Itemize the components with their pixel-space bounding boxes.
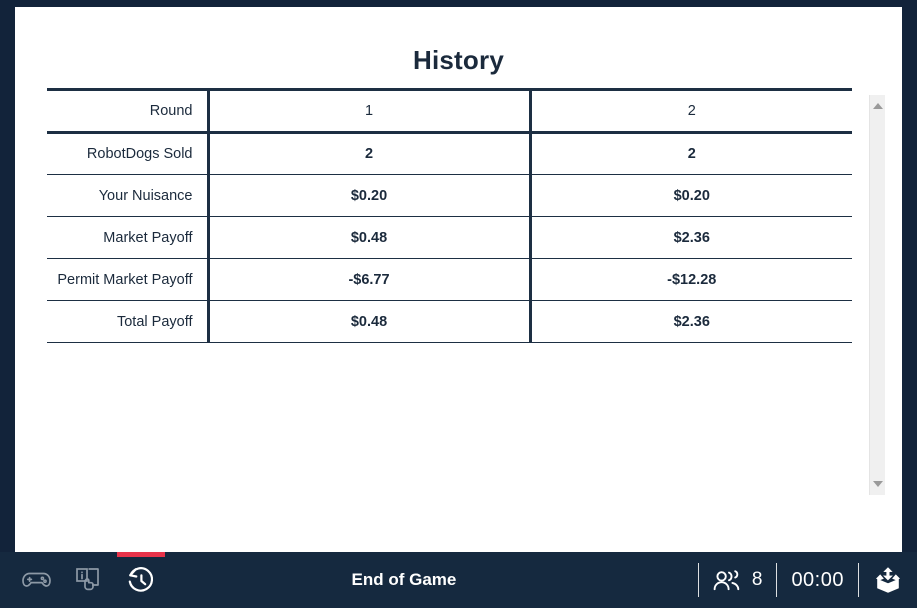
- table-row-total-payoff: Total Payoff $0.48 $2.36: [47, 300, 852, 343]
- history-table-container: Round 1 2 RobotDogs Sold 2 2 Your Nuisan…: [47, 87, 885, 495]
- page-title: History: [413, 45, 504, 75]
- cell-total-payoff-2: $2.36: [530, 300, 852, 343]
- page-content-area: History Round 1 2 RobotDogs Sold 2 2 You…: [15, 7, 902, 552]
- toolbar-divider-3: [858, 563, 859, 597]
- gamepad-icon: [22, 572, 51, 587]
- game-timer: 00:00: [791, 568, 844, 591]
- cell-round-1: 1: [208, 88, 532, 134]
- row-label-permit-market-payoff: Permit Market Payoff: [47, 258, 210, 301]
- history-table-body: Round 1 2 RobotDogs Sold 2 2 Your Nuisan…: [47, 88, 852, 343]
- history-scroll-viewport[interactable]: Round 1 2 RobotDogs Sold 2 2 Your Nuisan…: [47, 87, 867, 489]
- app-frame: History Round 1 2 RobotDogs Sold 2 2 You…: [0, 0, 917, 608]
- toolbar-nav-group: [0, 552, 165, 608]
- cell-round-2: 2: [530, 88, 852, 134]
- row-label-market-payoff: Market Payoff: [47, 216, 210, 259]
- vertical-scrollbar[interactable]: [869, 95, 885, 495]
- players-count: 8: [751, 569, 763, 590]
- row-label-total-payoff: Total Payoff: [47, 300, 210, 343]
- cell-permit-market-payoff-2: -$12.28: [530, 258, 852, 301]
- scroll-down-arrow-icon[interactable]: [872, 481, 883, 487]
- instructions-document-icon: [76, 568, 99, 591]
- table-row-robotdogs-sold: RobotDogs Sold 2 2: [47, 132, 852, 175]
- active-tab-indicator: [117, 552, 165, 557]
- toolbar-divider-2: [776, 563, 778, 597]
- game-status-text: End of Game: [351, 570, 457, 589]
- cell-market-payoff-1: $0.48: [208, 216, 532, 259]
- cell-robotdogs-sold-1: 2: [208, 132, 532, 175]
- row-label-round: Round: [47, 88, 210, 134]
- scroll-up-arrow-icon[interactable]: [872, 103, 883, 109]
- row-label-your-nuisance: Your Nuisance: [47, 174, 210, 217]
- players-indicator: 8: [713, 568, 763, 592]
- table-row-round: Round 1 2: [47, 88, 852, 134]
- cell-your-nuisance-2: $0.20: [530, 174, 852, 217]
- toolbar-status-group: 8 00:00: [684, 552, 917, 608]
- nav-button-instructions[interactable]: [66, 552, 112, 608]
- table-row-permit-market-payoff: Permit Market Payoff -$6.77 -$12.28: [47, 258, 852, 301]
- cell-total-payoff-1: $0.48: [208, 300, 532, 343]
- history-table: Round 1 2 RobotDogs Sold 2 2 Your Nuisan…: [47, 88, 852, 343]
- history-clock-icon: [128, 567, 154, 592]
- cell-robotdogs-sold-2: 2: [530, 132, 852, 175]
- cell-your-nuisance-1: $0.20: [208, 174, 532, 217]
- players-group-icon: [713, 570, 740, 591]
- nav-button-history[interactable]: [117, 552, 165, 608]
- toolbar-divider-1: [697, 563, 699, 597]
- cell-market-payoff-2: $2.36: [530, 216, 852, 259]
- nav-button-game[interactable]: [14, 552, 60, 608]
- cell-permit-market-payoff-1: -$6.77: [208, 258, 532, 301]
- bottom-toolbar: End of Game 8 00:00: [0, 552, 917, 608]
- otree-logo-icon: [873, 565, 903, 595]
- row-label-robotdogs-sold: RobotDogs Sold: [47, 132, 210, 175]
- table-row-your-nuisance: Your Nuisance $0.20 $0.20: [47, 174, 852, 217]
- table-row-market-payoff: Market Payoff $0.48 $2.36: [47, 216, 852, 259]
